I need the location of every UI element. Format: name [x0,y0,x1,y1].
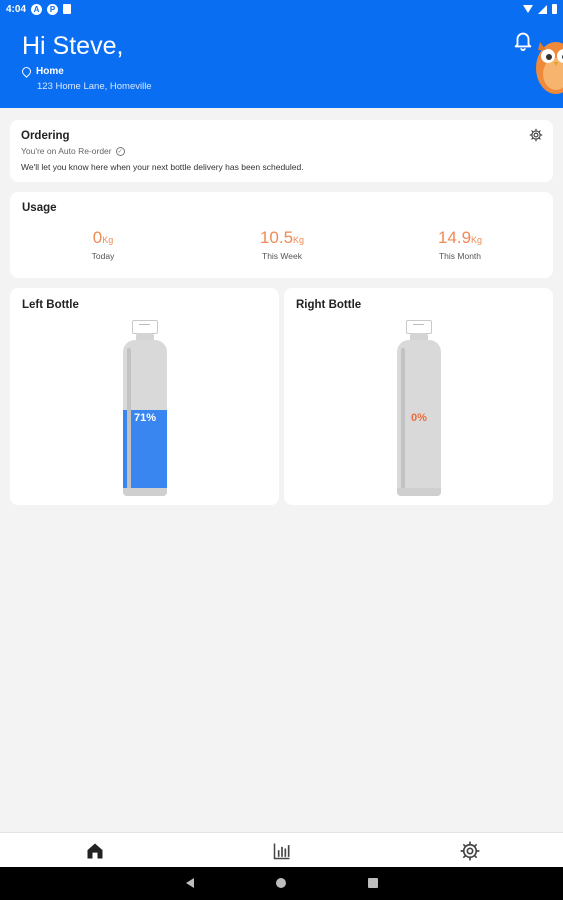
usage-this-month: 14.9Kg This Month [400,228,520,261]
ordering-message: We'll let you know here when your next b… [21,162,304,172]
bottom-nav [0,832,563,867]
stats-icon[interactable] [272,841,292,861]
status-time: 4:04 [6,3,27,15]
usage-this-week: 10.5Kg This Week [222,228,342,261]
status-bar: 4:04 A P [0,0,563,18]
recent-apps-icon[interactable] [368,878,378,888]
signal-icon [538,4,547,14]
settings-icon[interactable] [460,841,480,861]
location-pin-icon [20,65,33,78]
home-icon[interactable] [85,841,105,861]
check-circle-icon: ✓ [115,146,125,156]
bottle-base [397,488,441,496]
bottle-valve-icon [132,320,158,334]
left-bottle-percent: 71% [133,412,157,424]
left-bottle-gauge: 71% [122,318,168,496]
address: 123 Home Lane, Homeville [37,81,152,92]
header: Hi Steve, Home 123 Home Lane, Homeville [0,18,563,108]
bottle-base [123,488,167,496]
usage-today: 0Kg Today [43,228,163,261]
right-bottle-percent: 0% [411,412,427,424]
ordering-title: Ordering [21,130,70,142]
usage-caption: This Month [438,251,482,261]
auto-reorder-status: You're on Auto Re-order ✓ [21,146,125,156]
system-home-icon[interactable] [276,878,286,888]
bottle-valve-icon [406,320,432,334]
right-bottle-gauge: 0% [396,318,442,496]
location-row[interactable]: Home [20,65,64,78]
usage-unit: Kg [102,235,114,245]
usage-value: 14.9 [437,228,472,247]
usage-value: 10.5 [259,228,294,247]
wifi-icon [523,5,533,13]
usage-title: Usage [22,202,57,214]
usage-card: Usage 0Kg Today 10.5Kg This Week 14.9Kg … [10,192,553,278]
owl-mascot-icon [536,42,563,94]
location-label: Home [36,66,64,77]
greeting: Hi Steve, [22,32,124,60]
back-icon[interactable] [186,878,194,888]
left-bottle-card[interactable]: Left Bottle 71% [10,288,279,505]
usage-caption: This Week [262,251,302,261]
system-nav-bar [0,867,563,900]
bell-icon[interactable] [512,28,534,52]
notification-a-icon: A [31,3,43,15]
usage-value: 0 [92,228,103,247]
notification-p-icon: P [47,3,59,15]
left-bottle-title: Left Bottle [22,299,79,311]
notification-sim-icon [63,4,72,14]
usage-caption: Today [91,251,115,261]
ordering-settings-gear-icon[interactable] [529,128,543,142]
ordering-card[interactable]: Ordering You're on Auto Re-order ✓ We'll… [10,120,553,182]
auto-reorder-text: You're on Auto Re-order [21,146,112,156]
usage-unit: Kg [471,235,483,245]
usage-unit: Kg [293,235,305,245]
right-bottle-card[interactable]: Right Bottle 0% [284,288,553,505]
battery-icon [552,4,557,14]
right-bottle-title: Right Bottle [296,299,362,311]
